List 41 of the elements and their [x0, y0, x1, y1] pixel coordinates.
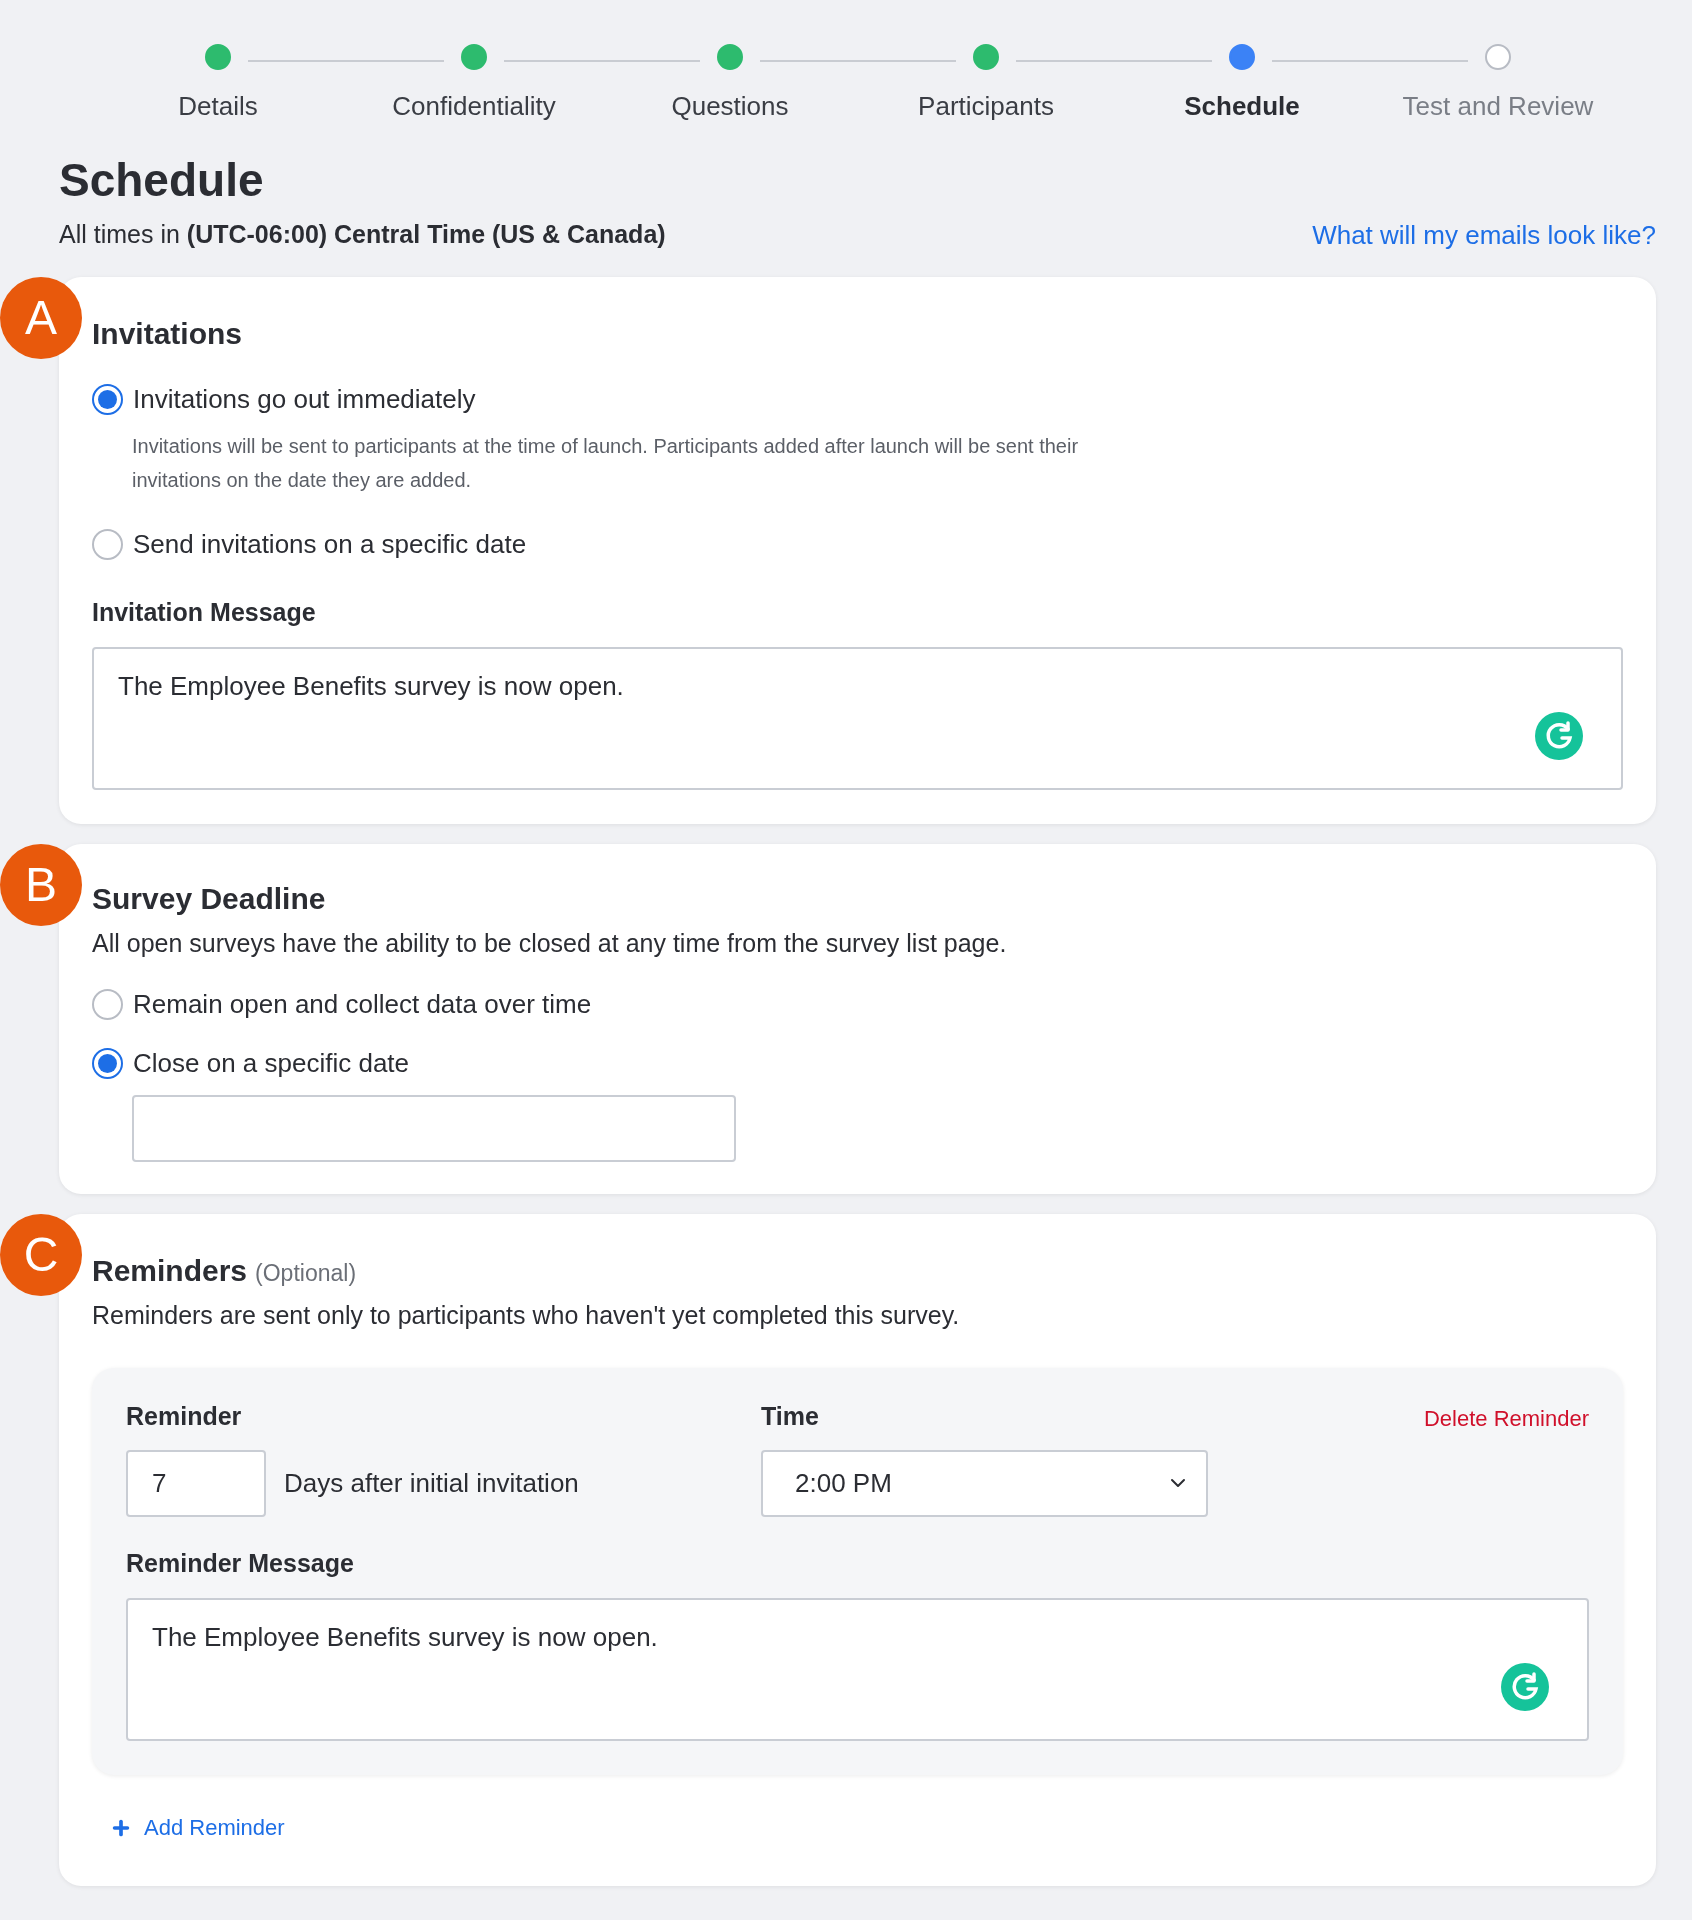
- days-suffix: Days after initial invitation: [284, 1466, 579, 1500]
- section-description: All open surveys have the ability to be closed at any time from the survey list page.: [92, 928, 1008, 959]
- g-logo-icon: [1501, 1663, 1549, 1711]
- time-select[interactable]: 2:00 PM: [761, 1449, 1208, 1517]
- step-label[interactable]: Details: [178, 87, 258, 126]
- close-date-field[interactable]: [132, 1094, 736, 1162]
- timezone-note: All times in (UTC-06:00) Central Time (US & Canada): [59, 219, 666, 251]
- step-label[interactable]: Schedule: [1184, 87, 1300, 126]
- radio-label: Remain open and collect data over time: [133, 987, 592, 1021]
- step-label[interactable]: Participants: [918, 87, 1054, 126]
- section-title: Invitations: [92, 315, 243, 352]
- section-badge: B: [0, 844, 82, 926]
- radio-label: Send invitations on a specific date: [133, 527, 527, 561]
- field-label: Time: [761, 1401, 820, 1432]
- email-preview-link[interactable]: What will my emails look like?: [1312, 215, 1656, 255]
- radio-label: Close on a specific date: [133, 1046, 410, 1080]
- step-label[interactable]: Confidentiality: [392, 87, 556, 126]
- step-label[interactable]: Test and Review: [1402, 87, 1594, 126]
- optional-label: (Optional): [255, 1258, 357, 1288]
- section-title: Reminders: [92, 1252, 248, 1289]
- days-field[interactable]: 7: [126, 1449, 266, 1517]
- field-label: Reminder: [126, 1401, 243, 1432]
- radio-button[interactable]: [92, 528, 123, 560]
- section-title: Survey Deadline: [92, 881, 327, 917]
- section-badge: A: [0, 276, 82, 359]
- radio-button[interactable]: [92, 1047, 123, 1079]
- page-title: Schedule: [59, 153, 265, 208]
- invitation-message-field[interactable]: The Employee Benefits survey is now open.: [92, 647, 1623, 790]
- g-logo-icon: [1535, 712, 1583, 760]
- delete-reminder-link[interactable]: Delete Reminder: [1423, 1402, 1589, 1432]
- option-help-text: Invitations will be sent to participants at the time of launch. Participants added after launch will be sent their invitations on the date they are added.: [132, 433, 1080, 493]
- radio-button[interactable]: [92, 383, 123, 415]
- add-reminder-link[interactable]: Add Reminder: [110, 1811, 285, 1844]
- step-label[interactable]: Questions: [671, 87, 789, 126]
- field-label: Reminder Message: [126, 1547, 355, 1579]
- field-label: Invitation Message: [92, 596, 317, 628]
- radio-label: Invitations go out immediately: [133, 382, 476, 416]
- radio-button[interactable]: [92, 988, 123, 1020]
- section-badge: C: [0, 1213, 82, 1296]
- section-description: Reminders are sent only to participants who haven't yet completed this survey.: [92, 1299, 961, 1331]
- reminder-message-field[interactable]: The Employee Benefits survey is now open.: [126, 1598, 1589, 1741]
